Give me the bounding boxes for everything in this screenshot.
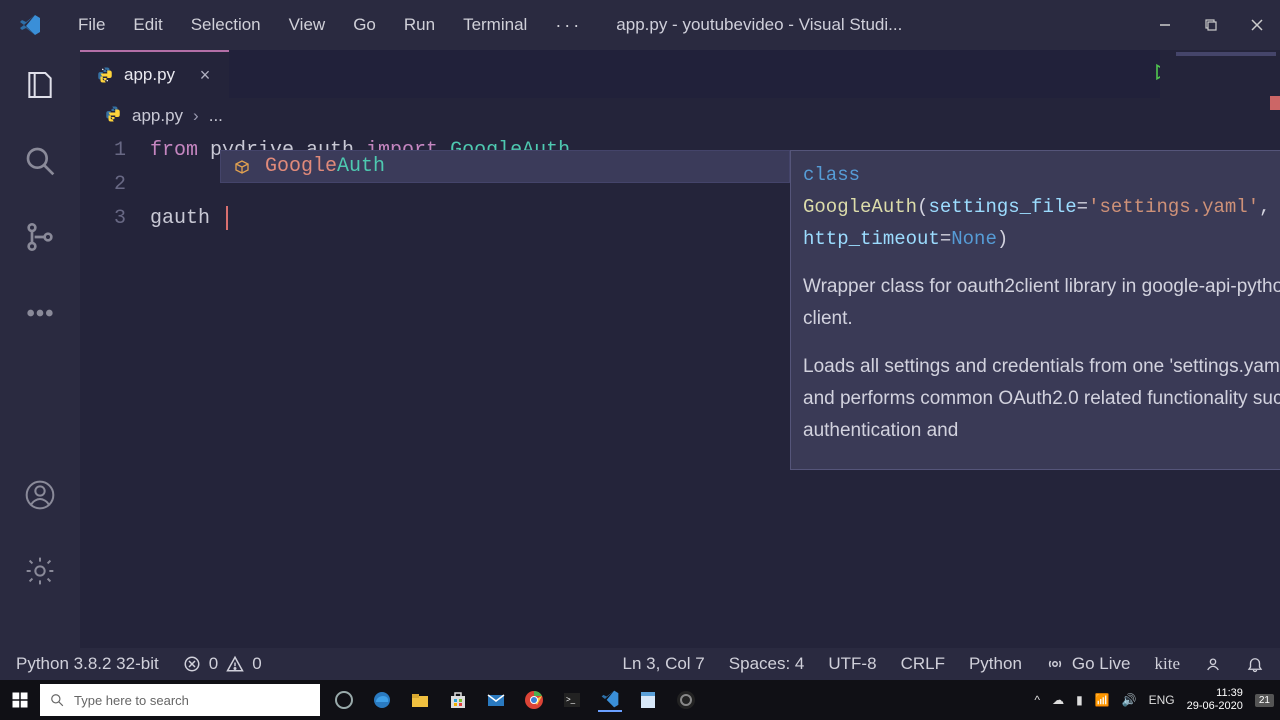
suggest-label: GoogleAuth <box>265 155 385 178</box>
menu-go[interactable]: Go <box>339 9 390 42</box>
tray-volume-icon[interactable]: 🔊 <box>1122 693 1137 707</box>
status-kite[interactable]: kite <box>1155 654 1181 674</box>
menu-selection[interactable]: Selection <box>177 9 275 42</box>
breadcrumb[interactable]: app.py › ... <box>80 98 1280 134</box>
status-golive[interactable]: Go Live <box>1046 654 1131 674</box>
window-controls <box>1142 0 1280 50</box>
doc-signature: class GoogleAuth(settings_file='settings… <box>803 159 1280 255</box>
notepad-icon[interactable] <box>636 688 660 712</box>
taskbar-search[interactable]: Type here to search <box>40 684 320 716</box>
activity-bar <box>0 50 80 648</box>
doc-description-2: Loads all settings and credentials from … <box>803 351 1280 447</box>
accounts-icon[interactable] <box>23 478 57 512</box>
settings-gear-icon[interactable] <box>23 554 57 588</box>
doc-description-1: Wrapper class for oauth2client library i… <box>803 271 1280 335</box>
vscode-taskbar-icon[interactable] <box>598 688 622 712</box>
edge-icon[interactable] <box>370 688 394 712</box>
line-number: 1 <box>110 134 150 168</box>
mail-icon[interactable] <box>484 688 508 712</box>
line-number: 2 <box>110 168 150 202</box>
menu-file[interactable]: File <box>64 9 119 42</box>
suggest-item[interactable]: GoogleAuth <box>221 151 789 182</box>
menu-terminal[interactable]: Terminal <box>449 9 541 42</box>
tray-language[interactable]: ENG <box>1149 693 1175 707</box>
main-area: app.py × app.py › ... 1from pydrive.auth… <box>0 50 1280 648</box>
window-title: app.py - youtubevideo - Visual Studi... <box>616 15 1142 35</box>
tab-app-py[interactable]: app.py × <box>80 50 229 98</box>
status-python[interactable]: Python 3.8.2 32-bit <box>16 654 159 674</box>
vscode-logo-icon <box>10 13 50 37</box>
menu-view[interactable]: View <box>275 9 340 42</box>
status-encoding[interactable]: UTF-8 <box>828 654 876 674</box>
menu-edit[interactable]: Edit <box>119 9 176 42</box>
class-icon <box>231 156 253 178</box>
windows-taskbar: Type here to search >_ ^ ☁ ▮ 📶 🔊 ENG 11:… <box>0 680 1280 720</box>
start-button[interactable] <box>0 691 40 709</box>
taskbar-clock[interactable]: 11:39 29-06-2020 <box>1187 687 1243 713</box>
tray-battery-icon[interactable]: ▮ <box>1076 693 1083 707</box>
minimize-button[interactable] <box>1142 0 1188 50</box>
store-icon[interactable] <box>446 688 470 712</box>
title-bar: File Edit Selection View Go Run Terminal… <box>0 0 1280 50</box>
status-feedback-icon[interactable] <box>1204 655 1222 673</box>
obs-icon[interactable] <box>674 688 698 712</box>
chrome-icon[interactable] <box>522 688 546 712</box>
tray-onedrive-icon[interactable]: ☁ <box>1052 693 1064 707</box>
svg-text:>_: >_ <box>566 695 576 704</box>
maximize-button[interactable] <box>1188 0 1234 50</box>
explorer-icon[interactable] <box>23 68 57 102</box>
status-bar: Python 3.8.2 32-bit 0 0 Ln 3, Col 7 Spac… <box>0 648 1280 680</box>
doc-widget: × class GoogleAuth(settings_file='settin… <box>790 150 1280 470</box>
chevron-right-icon: › <box>193 106 199 126</box>
menu-bar: File Edit Selection View Go Run Terminal… <box>64 9 596 42</box>
tab-close-icon[interactable]: × <box>197 67 213 83</box>
tab-bar: app.py × <box>80 50 1280 98</box>
status-spaces[interactable]: Spaces: 4 <box>729 654 805 674</box>
python-file-icon <box>104 105 122 128</box>
search-placeholder: Type here to search <box>74 693 189 708</box>
search-icon[interactable] <box>23 144 57 178</box>
file-explorer-icon[interactable] <box>408 688 432 712</box>
taskbar-pinned: >_ <box>332 688 698 712</box>
close-button[interactable] <box>1234 0 1280 50</box>
tab-filename: app.py <box>124 65 175 85</box>
breadcrumb-file: app.py <box>132 106 183 126</box>
breadcrumb-rest: ... <box>209 106 223 126</box>
system-tray: ^ ☁ ▮ 📶 🔊 ENG 11:39 29-06-2020 21 <box>1034 687 1280 713</box>
menu-run[interactable]: Run <box>390 9 449 42</box>
status-problems[interactable]: 0 0 <box>183 654 262 674</box>
tray-wifi-icon[interactable]: 📶 <box>1095 693 1110 707</box>
source-control-icon[interactable] <box>23 220 57 254</box>
status-bell-icon[interactable] <box>1246 655 1264 673</box>
cortana-icon[interactable] <box>332 688 356 712</box>
python-file-icon <box>96 66 114 84</box>
tray-chevron-up-icon[interactable]: ^ <box>1034 693 1040 707</box>
status-language[interactable]: Python <box>969 654 1022 674</box>
line-number: 3 <box>110 202 150 236</box>
terminal-icon[interactable]: >_ <box>560 688 584 712</box>
status-position[interactable]: Ln 3, Col 7 <box>623 654 705 674</box>
code-line[interactable]: gauth <box>150 202 228 236</box>
menu-overflow[interactable]: ··· <box>541 9 596 42</box>
more-views-icon[interactable] <box>23 296 57 330</box>
suggest-widget[interactable]: GoogleAuth <box>220 150 790 183</box>
action-center-icon[interactable]: 21 <box>1255 694 1274 707</box>
status-eol[interactable]: CRLF <box>901 654 945 674</box>
editor-region: app.py × app.py › ... 1from pydrive.auth… <box>80 50 1280 648</box>
